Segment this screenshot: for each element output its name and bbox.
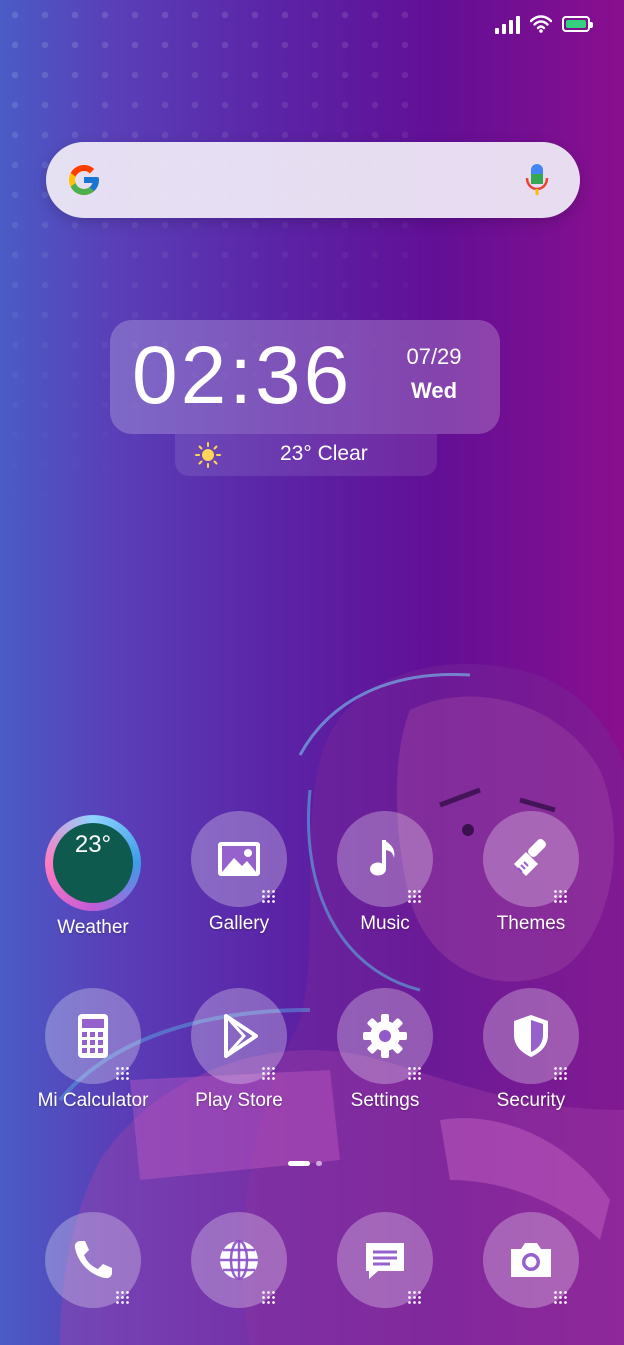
page-indicator[interactable]	[288, 1161, 322, 1166]
drag-grip-icon	[115, 1290, 129, 1304]
google-g-icon[interactable]	[66, 162, 102, 198]
message-icon[interactable]	[337, 1212, 433, 1308]
drag-grip-icon	[261, 1290, 275, 1304]
phone-icon[interactable]	[45, 1212, 141, 1308]
signal-icon	[495, 14, 520, 34]
clock-day: Wed	[410, 378, 458, 403]
app-settings[interactable]: Settings	[315, 988, 455, 1112]
drag-grip-icon	[261, 889, 275, 903]
sun-icon	[195, 442, 221, 468]
weather-widget[interactable]: 23° Clear	[175, 434, 437, 476]
paintbrush-icon[interactable]	[483, 811, 579, 907]
gear-icon[interactable]	[337, 988, 433, 1084]
dock-browser[interactable]	[169, 1212, 309, 1308]
app-themes[interactable]: Themes	[461, 811, 601, 935]
drag-grip-icon	[553, 889, 567, 903]
mic-icon[interactable]	[524, 162, 550, 198]
dock-messages[interactable]	[315, 1212, 455, 1308]
clock-time: 02:36	[132, 330, 353, 421]
app-weather[interactable]: 23° Weather	[23, 815, 163, 939]
weather-icon[interactable]: 23°	[45, 815, 141, 911]
app-label: Themes	[496, 913, 566, 934]
drag-grip-icon	[553, 1290, 567, 1304]
music-note-icon[interactable]	[337, 811, 433, 907]
app-gallery[interactable]: Gallery	[169, 811, 309, 935]
gallery-icon[interactable]	[191, 811, 287, 907]
weather-temp: 23°	[53, 823, 133, 903]
play-store-icon[interactable]	[191, 988, 287, 1084]
status-bar	[495, 14, 593, 34]
page-dot[interactable]	[316, 1161, 322, 1166]
battery-icon	[562, 16, 593, 32]
globe-icon[interactable]	[191, 1212, 287, 1308]
app-label: Weather	[57, 917, 129, 938]
drag-grip-icon	[115, 1066, 129, 1080]
google-search-bar[interactable]	[46, 142, 580, 218]
app-label: Play Store	[195, 1090, 283, 1111]
shield-icon[interactable]	[483, 988, 579, 1084]
dock-phone[interactable]	[23, 1212, 163, 1308]
app-label: Security	[496, 1090, 566, 1111]
app-mi-calculator[interactable]: Mi Calculator	[23, 988, 163, 1112]
app-play-store[interactable]: Play Store	[169, 988, 309, 1112]
app-label: Mi Calculator	[37, 1090, 149, 1111]
drag-grip-icon	[407, 1066, 421, 1080]
app-music[interactable]: Music	[315, 811, 455, 935]
drag-grip-icon	[407, 1290, 421, 1304]
wallpaper-dots	[0, 0, 420, 560]
dock-camera[interactable]	[461, 1212, 601, 1308]
battery-level	[566, 20, 586, 28]
clock-date: 07/29	[406, 344, 462, 369]
app-label: Music	[360, 913, 410, 934]
app-label: Gallery	[208, 913, 270, 934]
drag-grip-icon	[407, 889, 421, 903]
drag-grip-icon	[553, 1066, 567, 1080]
drag-grip-icon	[261, 1066, 275, 1080]
app-security[interactable]: Security	[461, 988, 601, 1112]
app-label: Settings	[350, 1090, 420, 1111]
wifi-icon	[530, 15, 552, 33]
camera-icon[interactable]	[483, 1212, 579, 1308]
calculator-icon[interactable]	[45, 988, 141, 1084]
page-dot-active[interactable]	[288, 1161, 310, 1166]
weather-text: 23° Clear	[280, 442, 368, 465]
clock-widget[interactable]: 02:36 07/29 Wed	[110, 320, 500, 434]
